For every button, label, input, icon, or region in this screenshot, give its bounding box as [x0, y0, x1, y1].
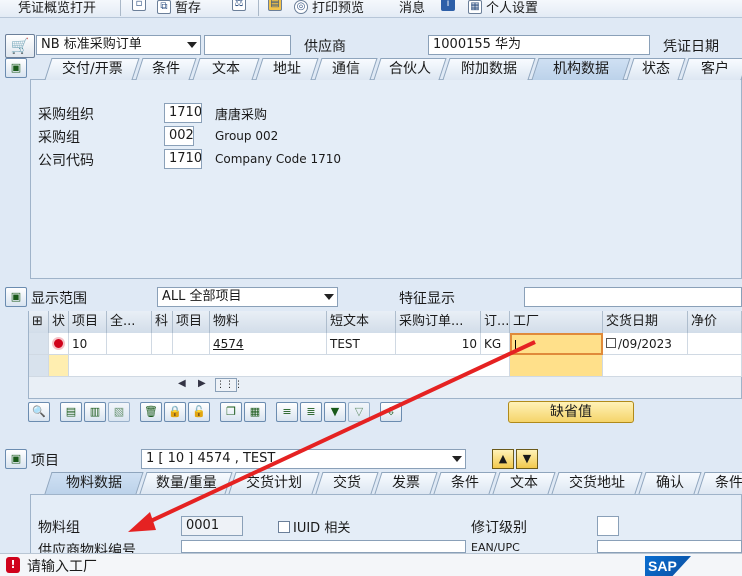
error-icon: ! — [6, 557, 20, 573]
status-bar: ! 请输入工厂 — [0, 553, 742, 576]
sap-logo-text: SAP — [648, 558, 677, 574]
status-message[interactable]: 请输入工厂 — [27, 556, 97, 576]
annotation-arrow — [128, 340, 536, 532]
